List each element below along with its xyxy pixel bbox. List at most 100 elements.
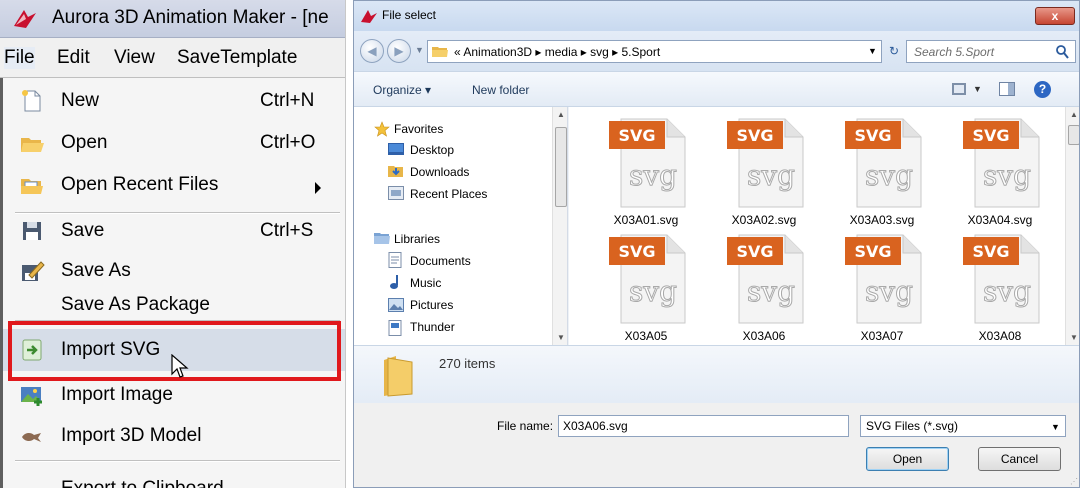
nav-desktop[interactable]: Desktop [410,143,454,157]
file-name-label: File name: [497,419,554,433]
file-tile[interactable]: SVG svg X03A07 [827,229,937,345]
menu-item-save[interactable]: Save Ctrl+S [3,210,345,252]
folder-icon [384,356,413,397]
svg-file-icon: SVG svg [609,234,686,324]
resize-grip-icon[interactable]: ⋰ [1070,477,1078,486]
aurora-logo-icon [361,10,377,23]
nav-scrollbar[interactable]: ▲ ▼ [552,107,567,345]
file-type-select[interactable]: SVG Files (*.svg) ▼ [860,415,1066,437]
svg-badge-label: SVG [972,242,1009,261]
shortcut-label: Ctrl+S [260,220,314,241]
menu-item-import-3d[interactable]: Import 3D Model [3,415,345,457]
search-placeholder: Search 5.Sport [914,45,995,59]
file-tile[interactable]: SVG svg X03A01.svg [591,113,701,243]
view-dropdown-icon[interactable]: ▼ [973,84,982,94]
file-tile[interactable]: SVG svg X03A05 [591,229,701,345]
shortcut-label: Ctrl+N [260,90,315,111]
file-name-input[interactable]: X03A06.svg ▼ [558,415,1048,437]
folder-icon [432,47,448,57]
forward-button[interactable]: ▶ [387,39,411,63]
search-icon [1056,45,1069,59]
app-title-bar: Aurora 3D Animation Maker - [ne [0,0,345,38]
address-row: ◀ ▶ ▼ « Animation3D ▸ media ▸ svg ▸ 5.Sp… [354,31,1079,71]
svg-badge-label: SVG [854,126,891,145]
svg-file-icon: SVG svg [609,118,686,208]
svg-file-icon: SVG svg [727,234,804,324]
desktop-icon [388,143,404,155]
refresh-button[interactable]: ↻ [884,40,904,63]
file-tile[interactable]: SVG svg X03A06 [709,229,819,345]
scroll-thumb[interactable] [555,127,567,207]
menu-item-export-clipboard[interactable]: Export to Clipboard [3,468,345,488]
scroll-up-arrow-icon[interactable]: ▲ [1070,110,1078,119]
file-name-value: X03A06.svg [563,419,628,433]
svg-badge-label: SVG [736,126,773,145]
menu-edit[interactable]: Edit [57,47,90,69]
menu-item-label: Save As [61,260,131,281]
menu-item-label: New [61,90,100,111]
file-select-dialog: File select x ◀ ▶ ▼ « Animation3D ▸ medi… [353,0,1080,488]
file-name: X03A07 [860,329,904,343]
menu-item-label: Import 3D Model [61,425,202,446]
nav-documents[interactable]: Documents [410,254,471,268]
menu-savetemplate[interactable]: SaveTemplate [177,47,297,69]
svg-badge-label: SVG [972,126,1009,145]
change-view-icon[interactable] [952,83,966,95]
file-tile[interactable]: SVG svg X03A02.svg [709,113,819,243]
breadcrumb[interactable]: « Animation3D ▸ media ▸ svg ▸ 5.Sport [454,45,660,59]
menu-bar: File Edit View SaveTemplate [0,38,345,78]
address-dropdown-icon[interactable]: ▼ [868,46,877,56]
menu-separator [15,460,340,462]
file-type-dropdown-icon[interactable]: ▼ [1051,422,1060,432]
new-folder-button[interactable]: New folder [472,83,529,97]
svg-watermark: svg [983,275,1031,308]
svg-file-icon: SVG svg [963,118,1040,208]
close-button[interactable]: x [1035,7,1075,25]
address-bar[interactable]: « Animation3D ▸ media ▸ svg ▸ 5.Sport ▼ [427,40,882,63]
menu-item-open[interactable]: Open Ctrl+O [3,122,345,164]
nav-libraries[interactable]: Libraries [394,232,440,246]
dialog-title: File select [382,8,437,22]
open-folder-icon [21,138,44,152]
save-as-icon [22,261,45,281]
file-name: X03A08 [978,329,1022,343]
file-scrollbar[interactable]: ▲ ▼ [1065,107,1079,345]
preview-pane-icon[interactable] [999,82,1015,96]
app-title: Aurora 3D Animation Maker - [ne [52,7,329,28]
mouse-cursor-icon [171,354,189,378]
menu-item-label: Import Image [61,384,173,405]
dialog-title-bar: File select x [354,1,1079,31]
menu-item-new[interactable]: New Ctrl+N [3,80,345,122]
search-input[interactable]: Search 5.Sport [906,40,1076,63]
thunder-folder-icon [388,320,402,336]
open-button[interactable]: Open [866,447,949,471]
cancel-button[interactable]: Cancel [978,447,1061,471]
nav-music[interactable]: Music [410,276,441,290]
file-tile[interactable]: SVG svg X03A08 [945,229,1055,345]
menu-view[interactable]: View [114,47,155,69]
file-tile[interactable]: SVG svg X03A04.svg [945,113,1055,243]
nav-thunder[interactable]: Thunder [410,320,455,334]
menu-item-open-recent[interactable]: Open Recent Files [3,164,345,206]
svg-watermark: svg [747,159,795,192]
back-button[interactable]: ◀ [360,39,384,63]
svg-file-icon: SVG svg [727,118,804,208]
help-icon[interactable]: ? [1034,81,1051,98]
menu-file[interactable]: File [4,47,35,69]
item-count: 270 items [439,356,496,371]
scroll-up-arrow-icon[interactable]: ▲ [557,110,565,119]
scroll-down-arrow-icon[interactable]: ▼ [557,333,565,342]
svg-watermark: svg [747,275,795,308]
shortcut-label: Ctrl+O [260,132,316,153]
nav-recent-places[interactable]: Recent Places [410,187,487,201]
file-tile[interactable]: SVG svg X03A03.svg [827,113,937,243]
nav-favorites[interactable]: Favorites [394,122,443,136]
nav-pictures[interactable]: Pictures [410,298,453,312]
nav-downloads[interactable]: Downloads [410,165,469,179]
recent-locations-dropdown-icon[interactable]: ▼ [415,45,424,55]
scroll-thumb[interactable] [1068,125,1079,145]
file-list-pane: SVG svg X03A01.svg SVG svg X03A02.svg SVG svg X0… [569,107,1079,345]
organize-button[interactable]: Organize ▾ [373,83,431,97]
menu-item-label: Open Recent Files [61,174,219,195]
scroll-down-arrow-icon[interactable]: ▼ [1070,333,1078,342]
